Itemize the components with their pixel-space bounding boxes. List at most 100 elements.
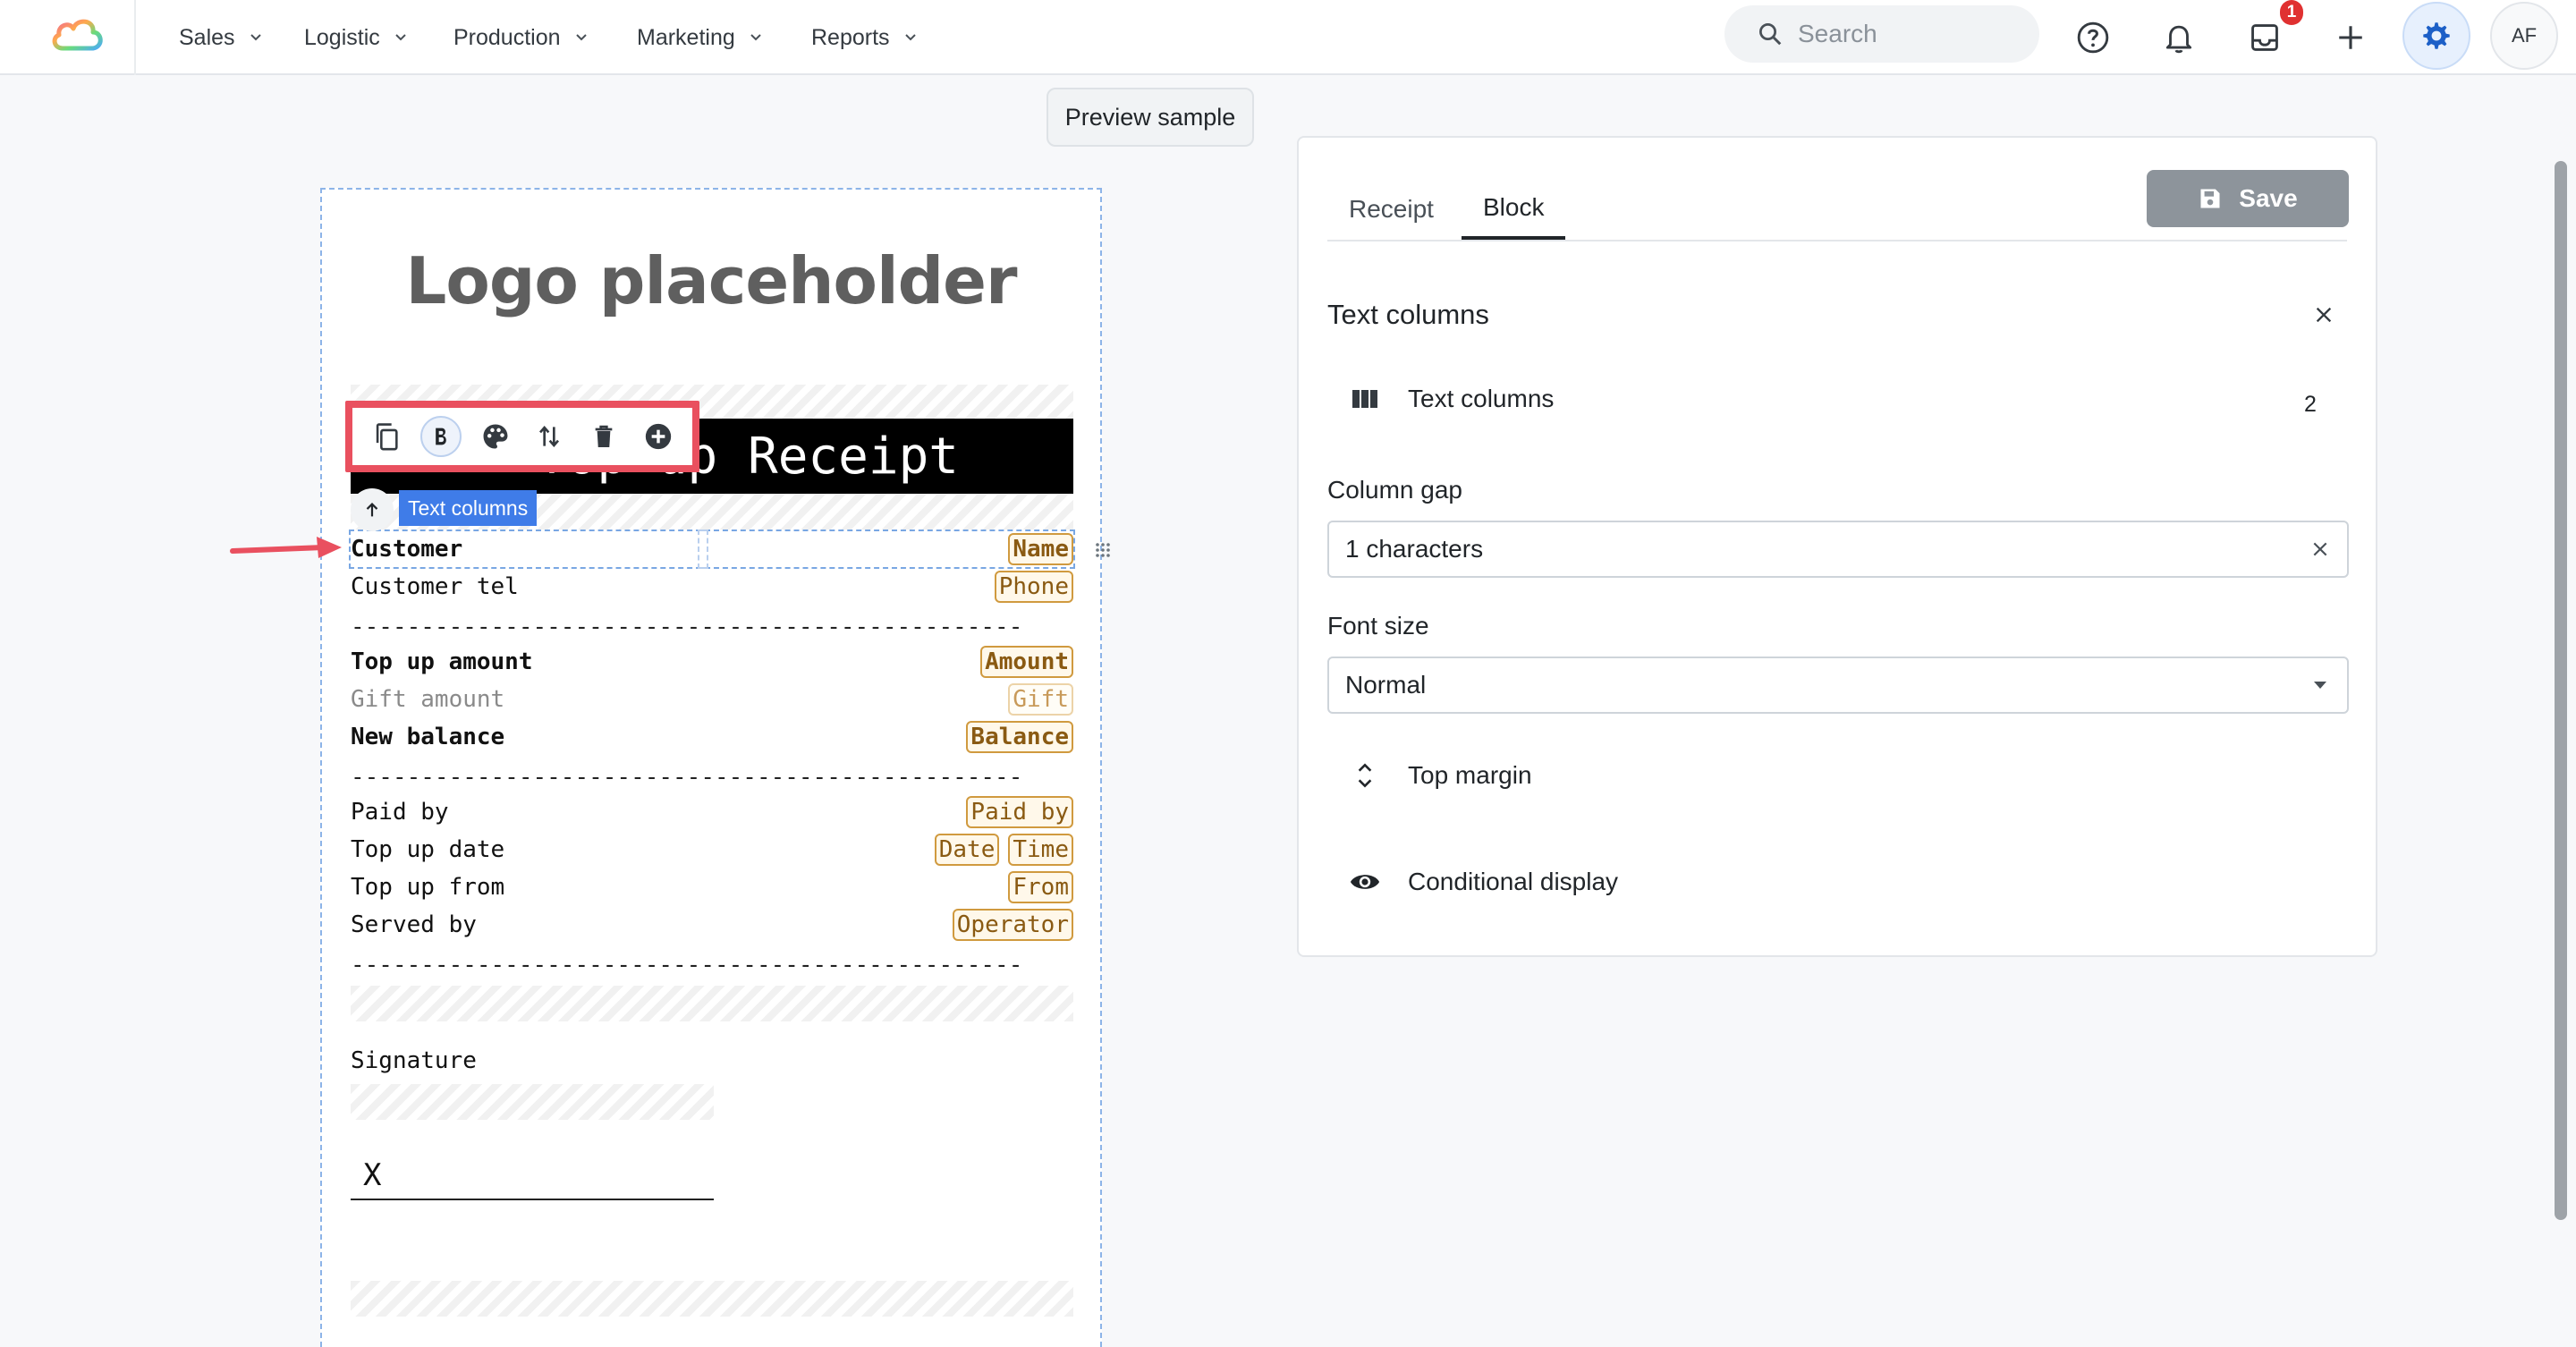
receipt-line-top-up-amount[interactable]: Top up amount Amount [351, 644, 1073, 680]
properties-panel: Receipt Block Save Text columns Text col… [1297, 136, 2377, 957]
drag-dots-icon [1096, 543, 1110, 557]
separator-line[interactable]: ----------------------------------------… [351, 952, 1073, 978]
tab-block-label: Block [1483, 193, 1545, 221]
receipt-line-customer[interactable]: Customer Name [351, 531, 1073, 567]
nav-sales[interactable]: Sales [179, 0, 262, 75]
bold-button[interactable] [419, 416, 462, 457]
line-label: Top up date [351, 836, 505, 863]
conditional-display-row[interactable]: Conditional display [1349, 868, 1618, 896]
receipt-line-new-balance[interactable]: New balance Balance [351, 719, 1073, 755]
variable-tag[interactable]: From [1008, 871, 1073, 903]
pointer-arrow-icon [230, 537, 342, 558]
column-gap-field[interactable]: 1 characters [1327, 521, 2349, 578]
help-button[interactable] [2072, 16, 2114, 59]
variable-tag[interactable]: Paid by [966, 796, 1073, 828]
bell-icon [2165, 25, 2192, 54]
notifications-button[interactable] [2157, 16, 2200, 59]
add-block-button[interactable] [638, 416, 679, 457]
duplicate-button[interactable] [366, 416, 407, 457]
copy-icon [377, 423, 398, 451]
floppy-disk-icon [2200, 189, 2220, 208]
settings-button[interactable] [2402, 2, 2470, 70]
nav-marketing-label: Marketing [637, 24, 735, 50]
cloud-logo-icon[interactable] [48, 13, 107, 57]
nav-reports[interactable]: Reports [811, 0, 917, 75]
receipt-line-customer-tel[interactable]: Customer tel Phone [351, 569, 1073, 605]
top-margin-row[interactable]: Top margin [1349, 760, 1532, 791]
block-toolbar [345, 401, 699, 472]
add-button[interactable] [2329, 16, 2372, 59]
nav-logistic[interactable]: Logistic [304, 0, 407, 75]
nav-reports-label: Reports [811, 24, 890, 50]
save-button[interactable]: Save [2147, 170, 2349, 227]
plus-icon [2339, 26, 2362, 49]
separator-line[interactable]: ----------------------------------------… [351, 764, 1073, 791]
color-button[interactable] [475, 416, 516, 457]
help-icon [2077, 21, 2109, 54]
gear-icon [2423, 22, 2450, 49]
drag-handle[interactable] [1089, 537, 1116, 563]
inbox-icon [2251, 24, 2278, 51]
variable-tag[interactable]: Gift [1008, 683, 1073, 716]
line-label: Customer tel [351, 573, 519, 600]
receipt-line-served-by[interactable]: Served by Operator [351, 907, 1073, 943]
variable-tag[interactable]: Phone [994, 571, 1073, 603]
avatar[interactable]: AF [2490, 2, 2558, 70]
close-section-button[interactable] [2306, 297, 2342, 333]
search-box[interactable] [1724, 5, 2039, 63]
top-nav-bar: Sales Logistic Production Marketing Repo… [0, 0, 2576, 75]
search-input[interactable] [1796, 19, 2014, 49]
select-parent-button[interactable] [351, 488, 394, 531]
line-label: Paid by [351, 799, 449, 826]
variable-tag[interactable]: Time [1008, 834, 1073, 866]
text-columns-label: Text columns [1408, 385, 1555, 412]
nav-marketing[interactable]: Marketing [637, 0, 762, 75]
receipt-line-top-up-date[interactable]: Top up date Date Time [351, 832, 1073, 868]
page-scrollbar[interactable] [2555, 161, 2567, 1220]
variable-tag[interactable]: Amount [980, 646, 1073, 678]
font-size-label: Font size [1327, 612, 1429, 640]
tab-receipt-label: Receipt [1349, 195, 1434, 223]
preview-sample-label: Preview sample [1064, 103, 1236, 131]
chevron-down-icon [904, 34, 916, 41]
clear-field-button[interactable] [2293, 540, 2347, 558]
search-icon [1759, 23, 1782, 46]
column-gap-value: 1 characters [1345, 535, 1484, 563]
line-label: Top up amount [351, 648, 533, 675]
close-icon [2313, 542, 2327, 556]
chevron-down-icon [575, 34, 587, 41]
line-label: Signature [351, 1047, 477, 1074]
font-size-select[interactable]: Normal [1327, 657, 2349, 714]
variable-tag[interactable]: Balance [966, 721, 1073, 753]
spacer-block[interactable] [351, 1281, 1073, 1317]
plus-circle-icon [645, 423, 671, 450]
signature-label[interactable]: Signature [351, 1043, 1073, 1079]
column-gap-label: Column gap [1327, 476, 1462, 504]
nav-production[interactable]: Production [453, 0, 588, 75]
move-button[interactable] [529, 416, 570, 457]
signature-x: X [363, 1157, 382, 1193]
swap-vertical-icon [539, 425, 560, 448]
receipt-line-gift-amount[interactable]: Gift amount Gift [351, 682, 1073, 717]
separator-line[interactable]: ----------------------------------------… [351, 614, 1073, 640]
block-type-label: Text columns [399, 490, 538, 526]
font-size-value: Normal [1345, 671, 1427, 699]
line-label: New balance [351, 724, 505, 750]
inbox-badge: 1 [2280, 0, 2303, 25]
variable-tag[interactable]: Name [1008, 533, 1073, 565]
receipt-line-top-up-from[interactable]: Top up from From [351, 869, 1073, 905]
tab-receipt[interactable]: Receipt [1327, 179, 1455, 240]
section-title: Text columns [1327, 299, 1489, 330]
inbox-button[interactable] [2243, 16, 2286, 59]
text-columns-row[interactable]: Text columns [1349, 385, 1554, 413]
spacer-block[interactable] [351, 1084, 714, 1120]
spacer-block[interactable] [351, 986, 1073, 1021]
preview-sample-button[interactable]: Preview sample [1046, 88, 1254, 147]
variable-tag[interactable]: Operator [952, 909, 1073, 941]
delete-button[interactable] [583, 416, 624, 457]
logo-placeholder[interactable]: Logo placeholder [322, 243, 1100, 318]
receipt-canvas[interactable]: Logo placeholder Top up Receipt Customer… [320, 188, 1102, 1347]
variable-tag[interactable]: Date [934, 834, 1000, 866]
receipt-line-paid-by[interactable]: Paid by Paid by [351, 794, 1073, 830]
tab-block[interactable]: Block [1462, 179, 1566, 240]
